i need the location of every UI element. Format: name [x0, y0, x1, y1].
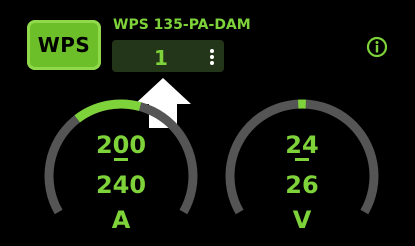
device-screen: WPS WPS 135-PA-DAM 1 200 240 A 24 26 V — [0, 0, 415, 246]
current-divider — [114, 158, 128, 161]
current-actual: 240 — [95, 171, 147, 199]
channel-value: 1 — [154, 46, 168, 70]
wps-logo: WPS — [27, 20, 101, 70]
kebab-menu-icon[interactable] — [210, 49, 214, 65]
voltage-gauge: 24 26 V — [224, 98, 380, 246]
logo-text: WPS — [37, 33, 91, 57]
info-icon[interactable] — [366, 36, 388, 58]
device-name: WPS 135-PA-DAM — [113, 17, 251, 33]
current-setpoint: 200 — [95, 131, 147, 159]
current-gauge: 200 240 A — [43, 98, 199, 246]
voltage-setpoint: 24 — [285, 131, 319, 159]
voltage-actual: 26 — [285, 171, 319, 199]
current-gauge-level — [74, 99, 142, 123]
channel-selector[interactable]: 1 — [112, 40, 224, 72]
voltage-divider — [295, 158, 309, 161]
current-unit: A — [111, 206, 131, 234]
voltage-unit: V — [292, 206, 312, 234]
